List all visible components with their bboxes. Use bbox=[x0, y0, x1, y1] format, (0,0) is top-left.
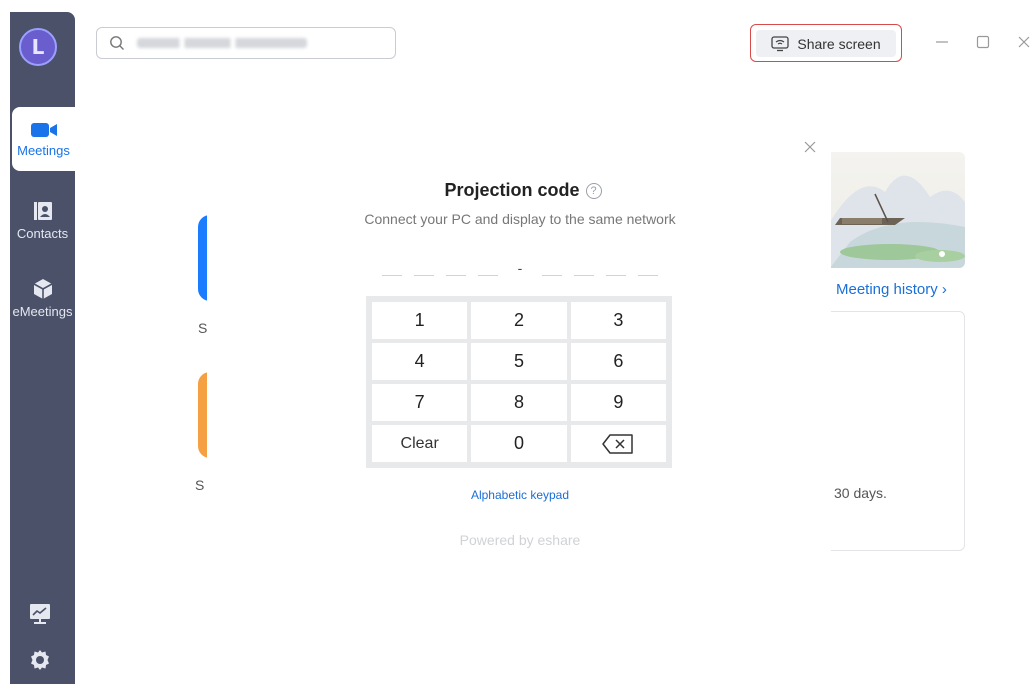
share-screen-label: Share screen bbox=[797, 35, 881, 52]
key-4[interactable]: 4 bbox=[372, 343, 468, 380]
sidebar-item-contacts[interactable]: Contacts bbox=[10, 200, 75, 241]
key-1[interactable]: 1 bbox=[372, 302, 468, 339]
minimize-icon[interactable] bbox=[932, 32, 952, 52]
code-slot bbox=[574, 268, 594, 276]
clear-button[interactable]: Clear bbox=[372, 425, 468, 462]
app-window: L Meetings Contacts eMeetings Share scre… bbox=[0, 0, 1034, 684]
contacts-book-icon bbox=[33, 202, 52, 220]
search-placeholder-blurred bbox=[137, 38, 307, 48]
code-slot bbox=[542, 268, 562, 276]
meeting-history-link[interactable]: Meeting history › bbox=[836, 281, 947, 298]
code-slot bbox=[382, 268, 402, 276]
projection-code-input[interactable]: - bbox=[382, 260, 658, 278]
close-icon[interactable] bbox=[1014, 32, 1034, 52]
code-slot bbox=[478, 268, 498, 276]
cube-icon bbox=[33, 279, 52, 299]
sidebar-item-label: eMeetings bbox=[12, 304, 73, 319]
banner-illustration bbox=[830, 152, 965, 268]
key-9[interactable]: 9 bbox=[570, 384, 666, 421]
dialog-close-icon[interactable] bbox=[802, 140, 818, 156]
key-7[interactable]: 7 bbox=[372, 384, 468, 421]
whiteboard-chart-icon[interactable] bbox=[26, 600, 54, 628]
code-separator: - bbox=[517, 260, 523, 276]
dialog-subtitle: Connect your PC and display to the same … bbox=[364, 211, 676, 227]
key-5[interactable]: 5 bbox=[471, 343, 567, 380]
sidebar-item-label: Meetings bbox=[17, 142, 70, 158]
numeric-keypad: 1 2 3 4 5 6 7 8 9 Clear 0 bbox=[366, 296, 672, 468]
settings-gear-icon[interactable] bbox=[26, 646, 54, 674]
code-slot bbox=[606, 268, 626, 276]
sidebar: L Meetings Contacts eMeetings bbox=[10, 12, 75, 684]
alphabetic-keypad-link[interactable]: Alphabetic keypad bbox=[0, 488, 1034, 502]
dialog-title: Projection code? bbox=[0, 180, 1034, 201]
card-label-fragment: S bbox=[198, 320, 208, 336]
key-6[interactable]: 6 bbox=[570, 343, 666, 380]
search-icon bbox=[110, 36, 124, 50]
key-0[interactable]: 0 bbox=[471, 425, 567, 462]
screen-cast-icon bbox=[771, 35, 790, 51]
powered-by-text: Powered by eshare bbox=[459, 532, 581, 548]
code-slot bbox=[446, 268, 466, 276]
avatar[interactable]: L bbox=[19, 28, 57, 66]
key-8[interactable]: 8 bbox=[471, 384, 567, 421]
dialog-title-text: Projection code bbox=[444, 180, 580, 200]
help-icon[interactable]: ? bbox=[585, 183, 602, 199]
key-2[interactable]: 2 bbox=[471, 302, 567, 339]
share-screen-button[interactable]: Share screen bbox=[756, 30, 896, 57]
meeting-history-label: Meeting history bbox=[836, 281, 938, 298]
avatar-letter: L bbox=[31, 35, 45, 59]
key-3[interactable]: 3 bbox=[570, 302, 666, 339]
video-camera-icon bbox=[30, 122, 57, 137]
sidebar-item-emeetings[interactable]: eMeetings bbox=[10, 278, 75, 319]
chevron-right-icon: › bbox=[941, 281, 947, 298]
code-slot bbox=[414, 268, 434, 276]
meeting-history-card bbox=[830, 311, 965, 551]
backspace-icon bbox=[602, 433, 634, 454]
backspace-button[interactable] bbox=[570, 425, 666, 462]
sidebar-item-meetings[interactable]: Meetings bbox=[12, 107, 75, 171]
sidebar-item-label: Contacts bbox=[16, 226, 69, 241]
search-input[interactable] bbox=[96, 27, 396, 59]
code-slot bbox=[638, 268, 658, 276]
maximize-icon[interactable] bbox=[973, 32, 993, 52]
